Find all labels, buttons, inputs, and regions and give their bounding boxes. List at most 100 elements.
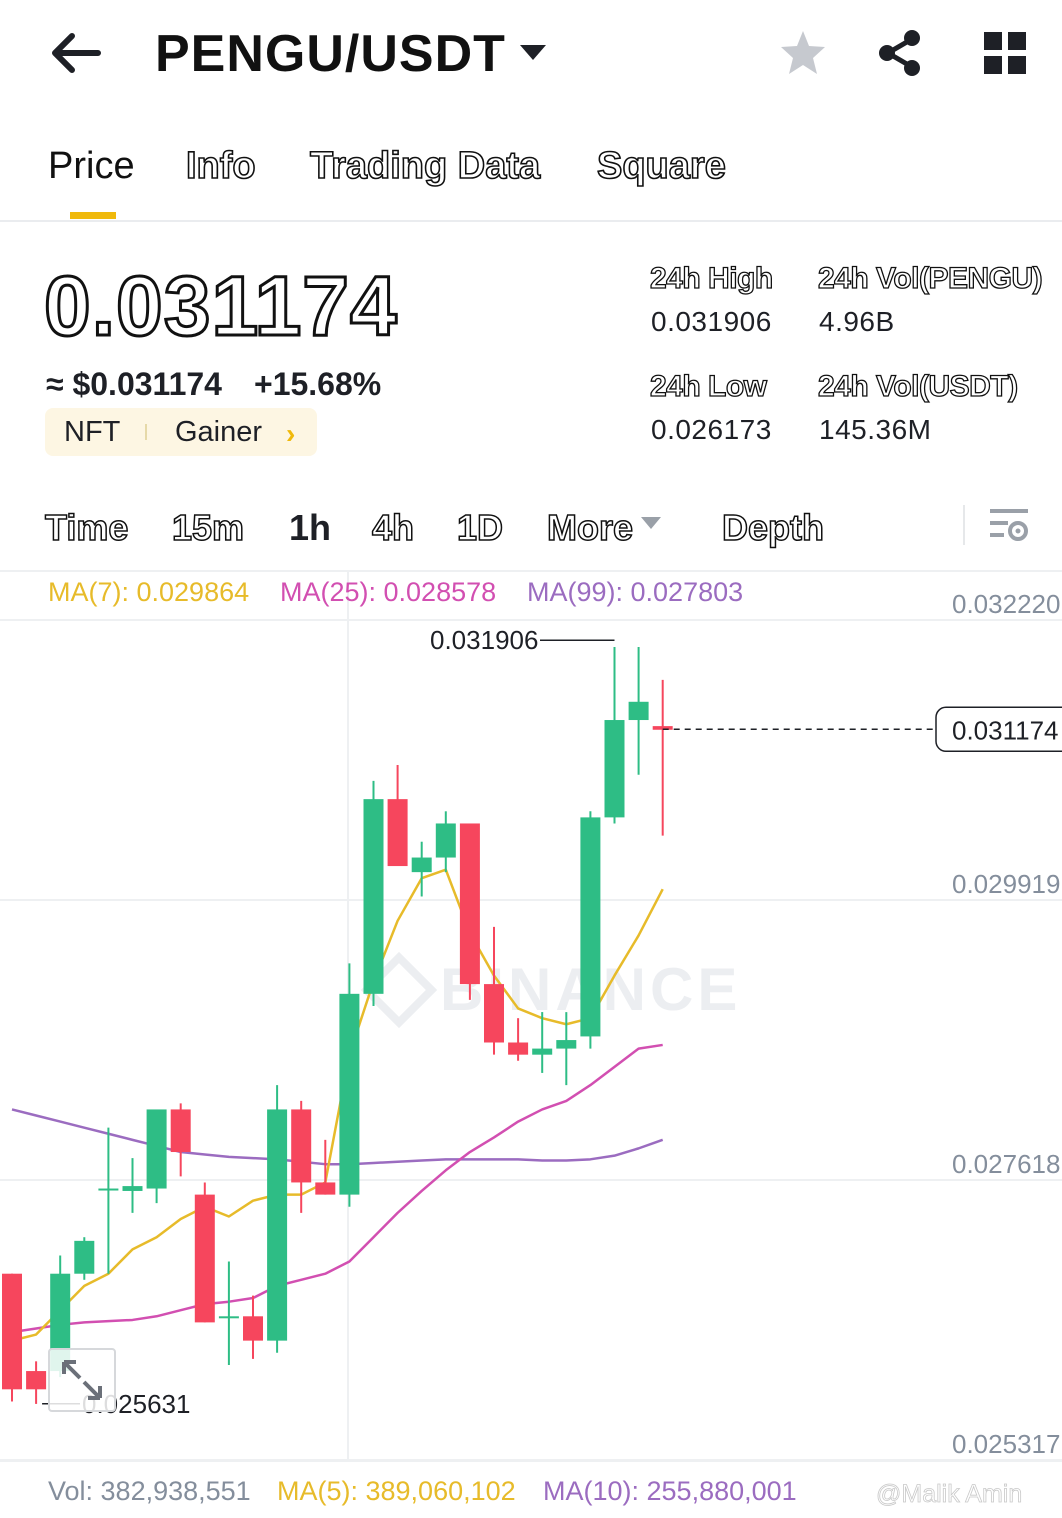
tag-nft[interactable]: NFT [64,416,120,449]
stat-vol-quote-value: 145.36M [819,414,932,445]
candle-body [194,1194,215,1323]
stat-high-value: 0.031906 [651,306,772,337]
stat-high-label: 24h High [649,261,773,295]
candle [363,780,384,1006]
expand-icon [62,1360,102,1400]
candle [291,1100,312,1213]
caret-down-icon[interactable] [518,42,548,62]
pair-title[interactable]: PENGU/USDT [155,24,506,84]
ma7-label: MA(7): 0.029864 [48,577,250,607]
tab-trading-data[interactable]: Trading Data [309,144,541,188]
tag-gainer[interactable]: Gainer [175,416,262,449]
interval-depth[interactable]: Depth [721,506,825,549]
candle [2,1273,22,1402]
candle-body [604,720,625,818]
interval-15m[interactable]: 15m [171,506,245,549]
candle-body [26,1371,47,1390]
candle [604,647,625,824]
credit-watermark: @Malik Amin [876,1480,1023,1509]
y-axis-tick: 0.032220 [952,589,1061,619]
stat-vol-base-label: 24h Vol(PENGU) [817,261,1043,295]
share-icon[interactable] [875,28,925,78]
stat-low-value: 0.026173 [651,414,772,445]
interval-time[interactable]: Time [44,506,129,549]
candle-body [2,1273,22,1390]
candle [484,926,504,1055]
interval-1d[interactable]: 1D [456,506,504,549]
tab-info[interactable]: Info [185,144,256,188]
chart-bottom-divider [0,1460,1062,1462]
candle-body [628,701,649,721]
volume-label: Vol: 382,938,551 [48,1476,251,1506]
candle-body [122,1186,143,1191]
chevron-right-icon[interactable]: › [286,418,295,450]
tabs-divider [0,220,1062,222]
candle [508,1018,529,1061]
candle-body [218,1316,239,1319]
candle-body [243,1316,263,1341]
candle [218,1261,239,1365]
candle [435,811,456,873]
current-price-label: 0.031174 [952,715,1059,745]
ma25-label: MA(25): 0.028578 [280,577,497,607]
tab-square[interactable]: Square [596,144,726,188]
candle [146,1109,167,1204]
candle [339,963,360,1207]
interval-more[interactable]: More [546,506,634,549]
toolbar-divider [963,505,965,545]
candle [170,1103,191,1177]
active-tab-indicator [70,212,116,219]
candle [628,647,649,775]
tag-separator [145,424,147,440]
candle-body [74,1240,95,1274]
stat-low-label: 24h Low [649,369,767,403]
candle [459,823,480,1000]
candle [26,1361,47,1404]
stat-vol-quote-label: 24h Vol(USDT) [817,369,1018,403]
tab-price[interactable]: Price [48,145,135,188]
high-marker-label: 0.031906 [430,625,538,655]
candle-body [387,799,408,867]
candle [194,1182,215,1323]
chart-settings-icon[interactable] [988,505,1030,545]
candle-body [508,1042,529,1055]
candle-body [339,993,360,1195]
y-axis-tick: 0.029919 [952,869,1061,899]
star-icon[interactable] [778,28,828,78]
candle [243,1295,263,1359]
ma99-label: MA(99): 0.027803 [527,577,744,607]
candle [387,765,408,867]
usd-price: ≈ $0.031174 [46,366,222,402]
candle-body [459,823,480,985]
volume-ma5-label: MA(5): 389,060,102 [277,1476,516,1506]
interval-4h[interactable]: 4h [371,506,415,549]
more-caret-icon[interactable] [640,516,662,530]
candle-body [98,1188,119,1191]
candle-body [267,1109,288,1341]
y-axis-tick: 0.027618 [952,1149,1061,1179]
candle [652,679,673,836]
candle-body [556,1040,577,1049]
back-arrow-icon[interactable] [48,28,104,78]
candle-body [532,1048,553,1055]
candle-body [146,1109,167,1189]
interval-1h[interactable]: 1h [289,507,331,549]
volume-ma10-label: MA(10): 255,880,001 [543,1476,797,1506]
candle-body [580,817,601,1037]
grid-icon[interactable] [982,30,1028,76]
candle [74,1237,95,1280]
ma7-line [11,868,664,1342]
candle [267,1085,288,1353]
stat-vol-base-value: 4.96B [819,306,895,337]
y-axis-tick: 0.025317 [952,1429,1061,1459]
candle [98,1127,119,1274]
price-change-percent: +15.68% [254,366,382,402]
candle-body [315,1182,336,1195]
candle-body [411,857,432,873]
candle-body [435,823,456,858]
candle-body [291,1109,312,1183]
candle-body [363,799,384,994]
fullscreen-button[interactable] [48,1348,116,1412]
candlestick-chart[interactable]: BINANCE 0.0311740.0319060.025631 [0,570,1062,1460]
last-price: 0.031174 [43,258,399,355]
